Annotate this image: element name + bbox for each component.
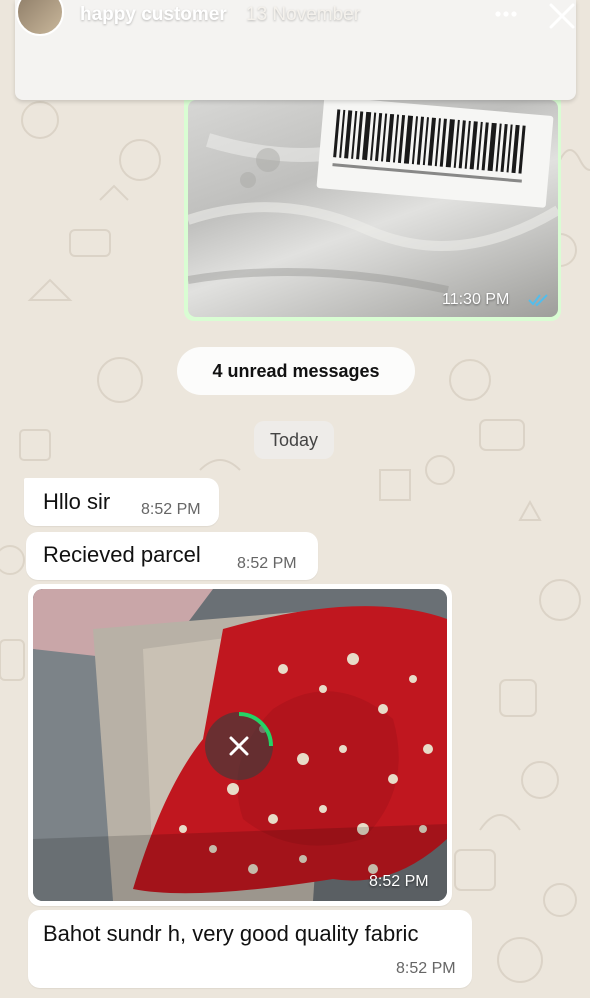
message-text: Hllo sir (43, 489, 111, 514)
story-date: 13 November (246, 4, 361, 25)
avatar[interactable] (16, 0, 64, 36)
unread-messages-banner: 4 unread messages (177, 347, 415, 395)
story-user-name[interactable]: happy customer (80, 4, 227, 26)
cancel-download-icon[interactable] (203, 710, 275, 782)
message-time: 8:52 PM (141, 501, 201, 518)
message-time: 8:52 PM (396, 960, 456, 977)
image-timestamp: 8:52 PM (369, 873, 429, 890)
outgoing-timestamp: 11:30 PM (442, 291, 510, 308)
message-text: Recieved parcel (43, 542, 201, 567)
message-text: Bahot sundr h, very good quality fabric (43, 921, 419, 946)
unread-messages-label: 4 unread messages (212, 360, 380, 381)
double-check-icon (528, 294, 548, 307)
message-time: 8:52 PM (237, 555, 297, 572)
date-divider: Today (254, 421, 334, 459)
date-divider-label: Today (269, 429, 319, 450)
story-header: happy customer 13 November (0, 0, 590, 36)
more-options-icon[interactable] (494, 10, 518, 18)
close-icon[interactable] (546, 0, 578, 32)
